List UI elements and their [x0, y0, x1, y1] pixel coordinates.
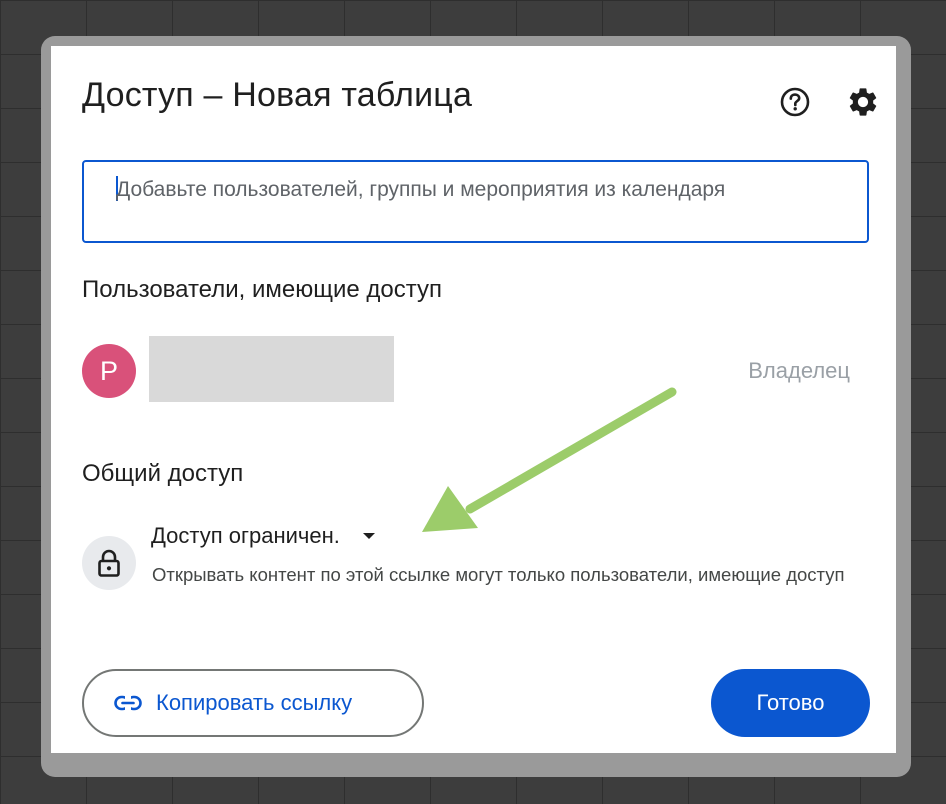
- general-access-value: Доступ ограничен.: [151, 523, 340, 548]
- share-dialog: Доступ – Новая таблица Добавьте пользова…: [51, 46, 896, 753]
- link-icon: [114, 695, 142, 711]
- general-access-heading: Общий доступ: [82, 460, 244, 487]
- done-label: Готово: [756, 690, 825, 715]
- help-button[interactable]: [775, 82, 815, 122]
- avatar-letter: P: [99, 355, 118, 386]
- lock-icon: [98, 549, 120, 577]
- gear-icon: [849, 88, 877, 116]
- lock-badge: [82, 536, 136, 590]
- people-with-access-heading: Пользователи, имеющие доступ: [82, 276, 443, 303]
- general-access-dropdown[interactable]: Доступ ограничен.: [151, 520, 376, 552]
- settings-button[interactable]: [843, 82, 883, 122]
- general-access-description: Открывать контент по этой ссылке могут т…: [152, 564, 845, 585]
- add-people-input[interactable]: Добавьте пользователей, группы и меропри…: [82, 160, 869, 243]
- help-circle-icon: [780, 87, 810, 117]
- chevron-down-icon: [362, 532, 376, 540]
- done-button[interactable]: Готово: [711, 669, 870, 737]
- add-people-placeholder: Добавьте пользователей, группы и меропри…: [116, 178, 726, 201]
- copy-link-button[interactable]: Копировать ссылку: [82, 669, 424, 737]
- owner-role-label: Владелец: [748, 358, 850, 383]
- dialog-title: Доступ – Новая таблица: [82, 76, 473, 114]
- avatar: P: [82, 344, 136, 398]
- redacted-user-info: [149, 336, 394, 402]
- copy-link-label: Копировать ссылку: [156, 690, 353, 715]
